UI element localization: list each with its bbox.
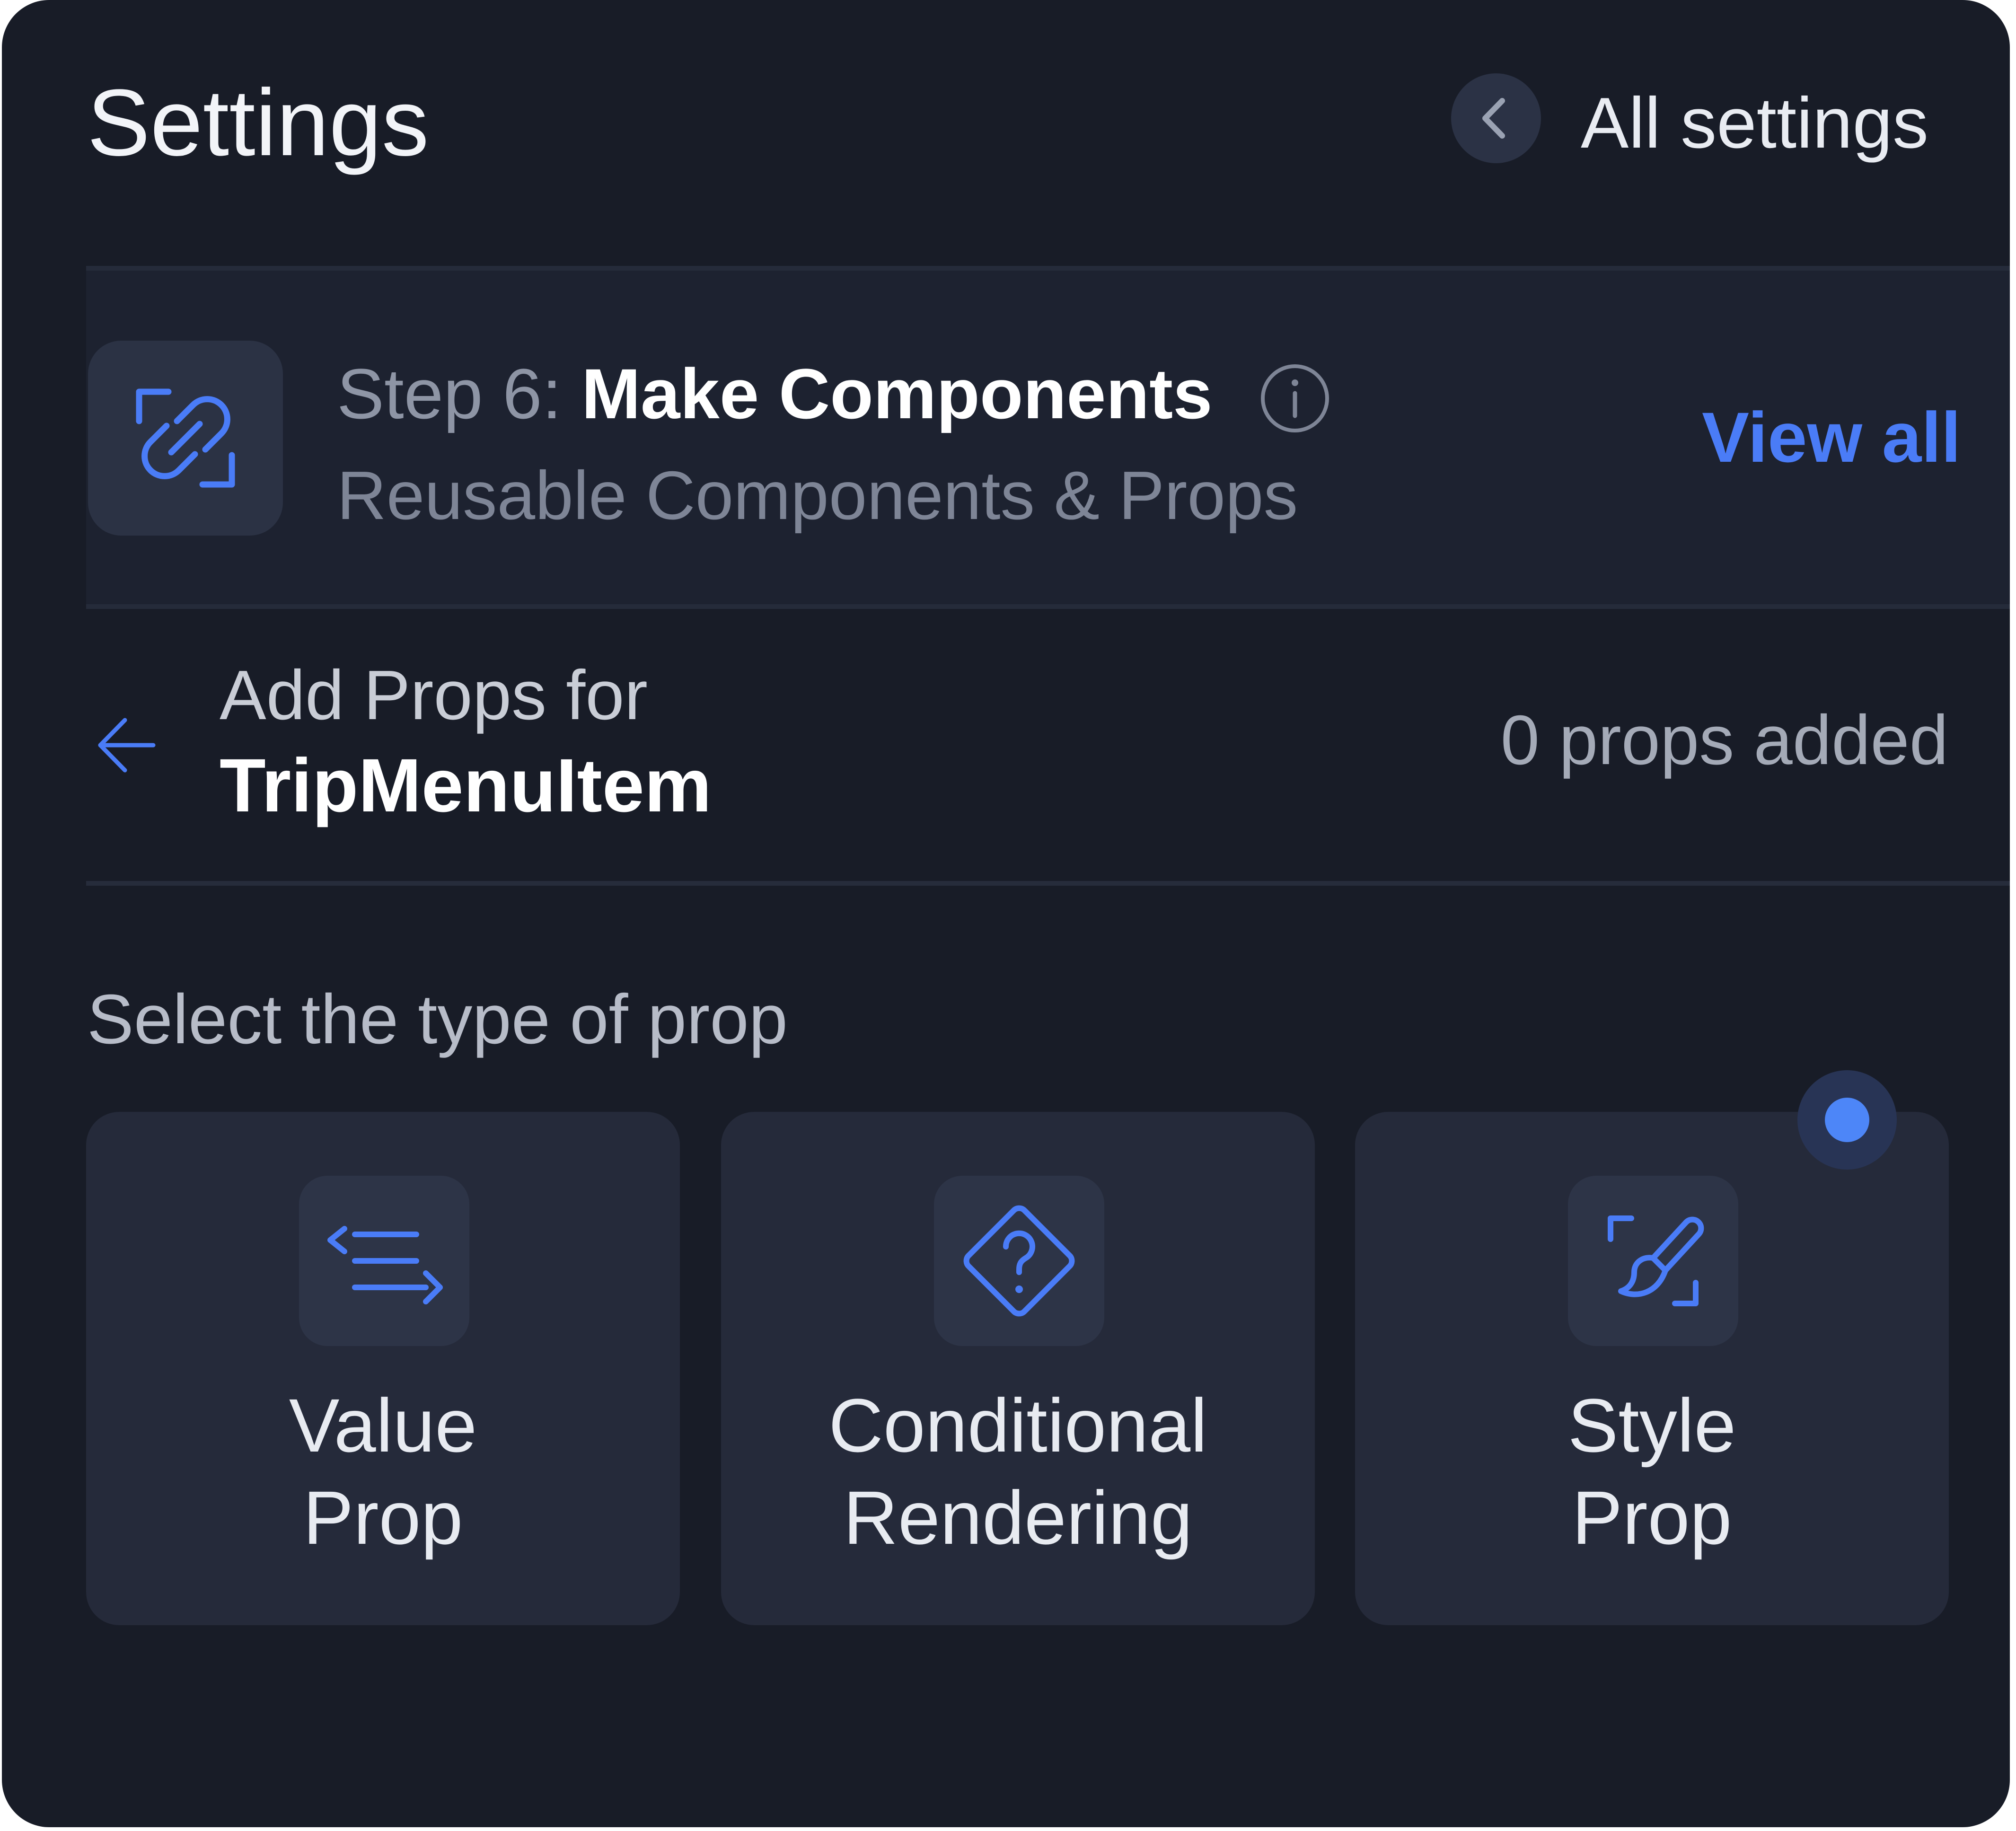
value-prop-label: Value Prop bbox=[86, 1379, 680, 1564]
card-label-line2: Rendering bbox=[843, 1475, 1193, 1560]
card-label-line1: Style bbox=[1567, 1383, 1736, 1468]
page-title: Settings bbox=[87, 70, 429, 176]
props-heading: Add Props for bbox=[220, 656, 648, 734]
step-title: Step 6: Make Components bbox=[337, 351, 1213, 436]
step-name: Make Components bbox=[581, 354, 1213, 433]
conditional-icon bbox=[934, 1176, 1104, 1346]
divider bbox=[86, 881, 2010, 886]
settings-panel: Settings All settings Step 6: Make Compo… bbox=[2, 0, 2010, 1827]
style-prop-card[interactable]: Style Prop bbox=[1355, 1112, 1949, 1625]
chevron-left-icon bbox=[1482, 98, 1505, 139]
step-number: Step 6: bbox=[337, 354, 562, 433]
back-button[interactable] bbox=[1451, 73, 1541, 163]
step-banner: Step 6: Make Components Reusable Compone… bbox=[86, 266, 2010, 609]
card-label-line2: Prop bbox=[303, 1475, 463, 1560]
view-all-link[interactable]: View all bbox=[1702, 395, 1961, 480]
all-settings-link[interactable]: All settings bbox=[1581, 80, 1928, 166]
selection-dot bbox=[1825, 1098, 1869, 1142]
link-icon bbox=[88, 341, 283, 536]
props-count: 0 props added bbox=[1500, 701, 1948, 779]
step-subtitle: Reusable Components & Props bbox=[337, 457, 1298, 534]
conditional-rendering-label: Conditional Rendering bbox=[721, 1379, 1315, 1564]
style-brush-icon bbox=[1568, 1176, 1738, 1346]
value-prop-card[interactable]: Value Prop bbox=[86, 1112, 680, 1625]
select-prop-type-label: Select the type of prop bbox=[87, 980, 788, 1058]
value-prop-icon bbox=[299, 1176, 469, 1346]
style-prop-label: Style Prop bbox=[1355, 1379, 1949, 1564]
component-name: TripMenuItem bbox=[220, 743, 712, 827]
selection-indicator bbox=[1797, 1070, 1897, 1170]
card-label-line1: Conditional bbox=[828, 1383, 1207, 1468]
arrow-left-icon[interactable] bbox=[92, 710, 163, 781]
conditional-rendering-card[interactable]: Conditional Rendering bbox=[721, 1112, 1315, 1625]
card-label-line1: Value bbox=[289, 1383, 477, 1468]
info-icon[interactable] bbox=[1259, 363, 1330, 434]
card-label-line2: Prop bbox=[1572, 1475, 1732, 1560]
